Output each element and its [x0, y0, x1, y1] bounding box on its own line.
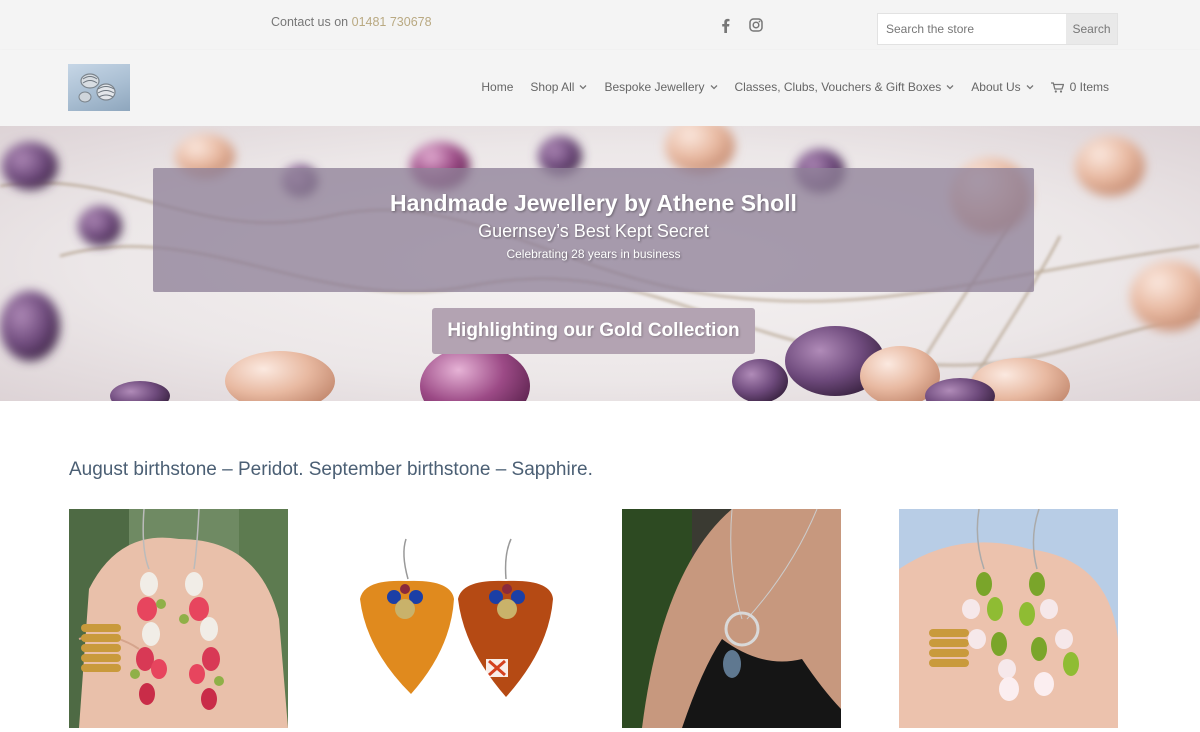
hero-subtitle: Guernsey’s Best Kept Secret	[478, 221, 709, 241]
product-image[interactable]	[622, 509, 841, 728]
contact-label: Contact us on	[271, 15, 349, 29]
nav-classes-label: Classes, Clubs, Vouchers & Gift Boxes	[734, 80, 942, 94]
nav-about-us[interactable]: About Us	[971, 80, 1034, 94]
search-button[interactable]: Search	[1066, 14, 1117, 44]
product-image[interactable]	[899, 509, 1118, 728]
cart-link[interactable]: 0 Items	[1050, 80, 1109, 94]
top-bar: Contact us on 01481 730678 Search	[0, 0, 1200, 50]
hero-banner: Handmade Jewellery by Athene Sholl Guern…	[0, 126, 1200, 401]
product-image[interactable]	[69, 509, 288, 728]
search-form: Search	[877, 13, 1118, 45]
nav-home[interactable]: Home	[481, 80, 513, 94]
nav-shop-all-label: Shop All	[530, 80, 575, 94]
cart-count: 0 Items	[1069, 80, 1109, 94]
nav-bespoke-label: Bespoke Jewellery	[604, 80, 705, 94]
phone-link[interactable]: 01481 730678	[352, 15, 432, 29]
nav-bespoke-jewellery[interactable]: Bespoke Jewellery	[604, 80, 717, 94]
main-header: Home Shop All Bespoke Jewellery Classes,…	[0, 50, 1200, 126]
gold-collection-button[interactable]: Highlighting our Gold Collection	[432, 308, 755, 354]
facebook-icon[interactable]	[717, 17, 733, 33]
nav-shop-all[interactable]: Shop All	[530, 80, 587, 94]
chevron-down-icon	[946, 85, 954, 90]
chevron-down-icon	[710, 85, 717, 90]
hero-tagline: Celebrating 28 years in business	[506, 247, 681, 261]
site-logo[interactable]	[68, 64, 130, 111]
search-input[interactable]	[878, 14, 1066, 44]
hero-text-box: Handmade Jewellery by Athene Sholl Guern…	[153, 168, 1034, 292]
instagram-icon[interactable]	[748, 17, 764, 33]
nav-home-label: Home	[481, 80, 514, 94]
chevron-down-icon	[579, 85, 587, 90]
hero-title: Handmade Jewellery by Athene Sholl	[390, 190, 797, 216]
product-image[interactable]	[346, 509, 565, 728]
nav-classes[interactable]: Classes, Clubs, Vouchers & Gift Boxes	[735, 80, 955, 94]
cart-icon	[1050, 81, 1064, 93]
chevron-down-icon	[1026, 85, 1034, 90]
section-heading: August birthstone – Peridot. September b…	[69, 459, 593, 480]
main-nav: Home Shop All Bespoke Jewellery Classes,…	[481, 80, 1109, 94]
contact-info: Contact us on 01481 730678	[271, 15, 432, 29]
nav-about-label: About Us	[971, 80, 1021, 94]
